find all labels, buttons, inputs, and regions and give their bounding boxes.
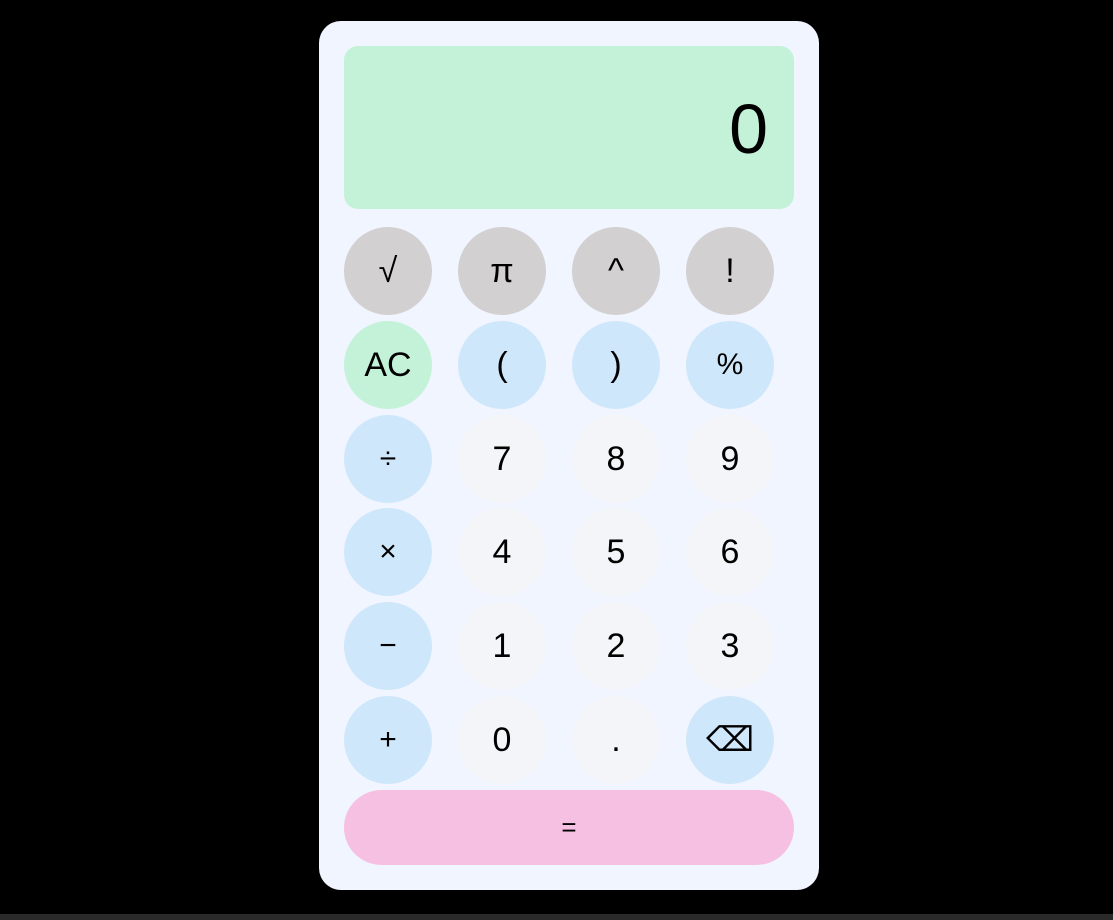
digit-8-button[interactable]: 8 [572, 415, 660, 503]
decimal-button[interactable]: . [572, 696, 660, 784]
digit-2-button[interactable]: 2 [572, 602, 660, 690]
digit-6-button[interactable]: 6 [686, 508, 774, 596]
digit-0-button[interactable]: 0 [458, 696, 546, 784]
backspace-icon: ⌫ [705, 721, 755, 759]
digit-1-button[interactable]: 1 [458, 602, 546, 690]
digit-4-button[interactable]: 4 [458, 508, 546, 596]
pi-button[interactable]: π [458, 227, 546, 315]
factorial-button[interactable]: ! [686, 227, 774, 315]
digit-9-button[interactable]: 9 [686, 415, 774, 503]
open-paren-button[interactable]: ( [458, 321, 546, 409]
divide-button[interactable]: ÷ [344, 415, 432, 503]
backspace-button[interactable]: ⌫ [686, 696, 774, 784]
digit-5-button[interactable]: 5 [572, 508, 660, 596]
clear-button[interactable]: AC [344, 321, 432, 409]
bottom-edge-bar [0, 914, 1113, 920]
power-button[interactable]: ^ [572, 227, 660, 315]
digit-3-button[interactable]: 3 [686, 602, 774, 690]
calculator-display: 0 [344, 46, 794, 209]
multiply-button[interactable]: × [344, 508, 432, 596]
close-paren-button[interactable]: ) [572, 321, 660, 409]
add-button[interactable]: + [344, 696, 432, 784]
calculator-panel: 0 √ π ^ ! AC ( ) % ÷ 7 8 9 × 4 5 6 − 1 2… [319, 21, 819, 890]
subtract-button[interactable]: − [344, 602, 432, 690]
digit-7-button[interactable]: 7 [458, 415, 546, 503]
percent-button[interactable]: % [686, 321, 774, 409]
sqrt-button[interactable]: √ [344, 227, 432, 315]
display-value: 0 [729, 89, 768, 168]
equals-button[interactable]: = [344, 790, 794, 865]
